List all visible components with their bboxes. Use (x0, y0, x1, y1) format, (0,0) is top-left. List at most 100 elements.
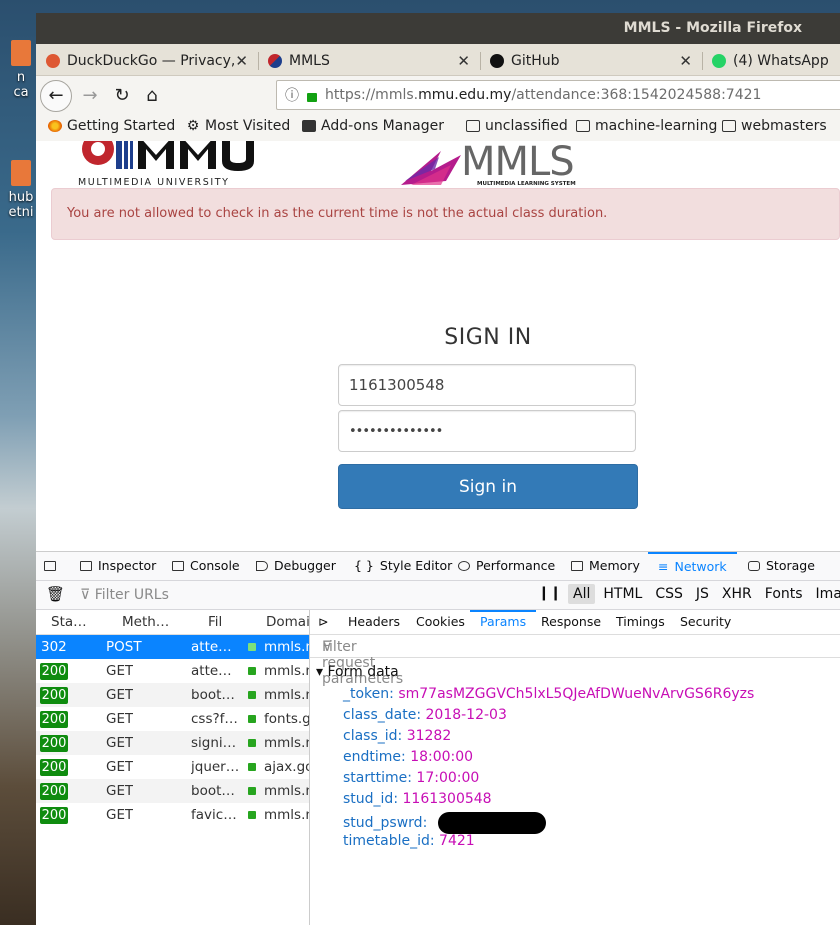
param-key: class_date: (343, 707, 422, 723)
column-file[interactable]: Fil (208, 614, 222, 630)
table-row[interactable]: 200 GET signi… mmls.m (36, 731, 309, 755)
tab-label: Performance (476, 558, 556, 573)
tab-whatsapp[interactable]: (4) WhatsApp (712, 47, 840, 75)
column-domain[interactable]: Domai (266, 614, 310, 630)
status-badge: 200 (40, 807, 68, 824)
desktop-file-icon[interactable]: hub etni (4, 160, 38, 220)
tab-github[interactable]: GitHub ✕ (490, 47, 700, 75)
tab-storage[interactable]: Storage (748, 552, 815, 579)
trash-icon[interactable]: 🗑 (46, 585, 65, 603)
filter-css[interactable]: CSS (650, 584, 688, 604)
network-icon: ≡ (658, 559, 669, 574)
bookmark-addons-manager[interactable]: Add-ons Manager (302, 118, 444, 134)
url-path: /attendance:368:1542024588:7421 (511, 87, 762, 103)
request-domain: mmls.m (264, 807, 309, 823)
reload-button[interactable]: ↻ (110, 84, 134, 108)
param-row[interactable]: class_id: 31282 (343, 728, 451, 744)
param-row[interactable]: stud_id: 1161300548 (343, 791, 492, 807)
param-row[interactable]: timetable_id: 7421 (343, 833, 475, 849)
param-value: 18:00:00 (410, 749, 474, 765)
info-icon[interactable]: ⓘ (285, 85, 301, 105)
param-row[interactable]: starttime: 17:00:00 (343, 770, 479, 786)
request-file: atte… (191, 639, 232, 655)
bookmark-label: Most Visited (205, 118, 291, 134)
table-row[interactable]: 200 GET boot… mmls.m (36, 683, 309, 707)
param-row[interactable]: class_date: 2018-12-03 (343, 707, 507, 723)
request-domain: ajax.go (264, 759, 309, 775)
home-button[interactable]: ⌂ (140, 84, 164, 108)
param-row[interactable]: _token: sm77asMZGGVCh5lxL5QJeAfDWueNvArv… (343, 686, 754, 702)
tab-style-editor[interactable]: { } Style Editor (354, 552, 452, 579)
tab-memory[interactable]: Memory (571, 552, 640, 579)
puzzle-icon (302, 120, 316, 132)
tab-divider (702, 52, 703, 70)
tab-params[interactable]: Params (470, 610, 537, 629)
tab-console[interactable]: Console (172, 552, 240, 579)
devtools-panel: Inspector Console Debugger { } Style Edit… (36, 551, 840, 925)
form-data-section[interactable]: ▾ Form data (316, 664, 399, 680)
request-file: jquer… (191, 759, 240, 775)
tab-timings[interactable]: Timings (616, 614, 665, 629)
bookmark-folder-unclassified[interactable]: unclassified (466, 118, 568, 134)
pause-icon[interactable]: ❙❙ (538, 585, 561, 601)
bookmark-most-visited[interactable]: ⚙ Most Visited (186, 118, 291, 134)
tab-network[interactable]: ≡ Network (648, 552, 737, 579)
url-bar[interactable]: ⓘ https://mmls. mmu.edu.my /attendance:3… (276, 80, 840, 110)
back-button[interactable]: ← (40, 80, 72, 112)
student-id-input[interactable]: 1161300548 (338, 364, 636, 406)
folder-icon (722, 120, 736, 132)
table-row[interactable]: 200 GET atte… mmls.m (36, 659, 309, 683)
filter-js[interactable]: JS (691, 584, 714, 604)
param-row[interactable]: endtime: 18:00:00 (343, 749, 473, 765)
bookmark-label: Add-ons Manager (321, 118, 444, 134)
table-row[interactable]: 200 GET css?f… fonts.g (36, 707, 309, 731)
forward-button[interactable]: → (78, 84, 102, 108)
signin-button[interactable]: Sign in (338, 464, 638, 509)
bookmark-folder-machine-learning[interactable]: machine-learning (576, 118, 717, 134)
tab-mmls[interactable]: MMLS ✕ (268, 47, 478, 75)
desktop-file-icon[interactable]: n ca (4, 40, 38, 100)
tab-performance[interactable]: Performance (458, 552, 555, 579)
firefox-window: MMLS - Mozilla Firefox DuckDuckGo — Priv… (36, 13, 840, 925)
filter-all[interactable]: All (568, 584, 596, 604)
close-tab-icon[interactable]: ✕ (679, 52, 692, 70)
filter-xhr[interactable]: XHR (717, 584, 757, 604)
element-picker-button[interactable] (44, 552, 62, 579)
network-toolbar: 🗑 ⊽ Filter URLs ❙❙ All HTML CSS JS XHR F… (36, 581, 840, 610)
web-page: MULTIMEDIA UNIVERSITY MMLS MULTIMEDIA LE… (36, 141, 840, 551)
filter-params-input[interactable]: ⊽ Filter request parameters (310, 635, 840, 687)
tab-debugger[interactable]: Debugger (256, 552, 336, 579)
tab-cookies[interactable]: Cookies (416, 614, 465, 629)
memory-icon (571, 560, 583, 571)
tab-response[interactable]: Response (541, 614, 601, 629)
filter-fonts[interactable]: Fonts (760, 584, 808, 604)
sidebar-toggle-icon[interactable]: ⊳ (318, 614, 328, 629)
title-bar[interactable]: MMLS - Mozilla Firefox (36, 13, 840, 44)
tab-duckduckgo[interactable]: DuckDuckGo — Privacy, ✕ (46, 47, 256, 75)
filter-images[interactable]: Ima (811, 584, 840, 604)
column-status[interactable]: Sta… (51, 614, 87, 630)
tab-label: DuckDuckGo — Privacy, (67, 53, 236, 69)
tab-headers[interactable]: Headers (348, 614, 400, 629)
tab-inspector[interactable]: Inspector (80, 552, 156, 579)
close-tab-icon[interactable]: ✕ (235, 52, 248, 70)
tab-security[interactable]: Security (680, 614, 731, 629)
close-tab-icon[interactable]: ✕ (457, 52, 470, 70)
request-file: atte… (191, 663, 232, 679)
filter-html[interactable]: HTML (598, 584, 647, 604)
bookmark-label: Getting Started (67, 118, 176, 134)
bookmark-folder-webmasters[interactable]: webmasters (722, 118, 827, 134)
table-row[interactable]: 200 GET favic… mmls.m (36, 803, 309, 827)
password-input[interactable]: •••••••••••••• (338, 410, 636, 452)
table-row[interactable]: 200 GET jquer… ajax.go (36, 755, 309, 779)
filter-urls-input[interactable]: ⊽ Filter URLs (80, 587, 169, 603)
devtools-tab-bar: Inspector Console Debugger { } Style Edit… (36, 552, 840, 581)
firefox-icon (48, 120, 62, 132)
column-method[interactable]: Meth… (122, 614, 169, 630)
param-row[interactable]: stud_pswrd: (343, 812, 546, 834)
table-row[interactable]: 302 POST atte… mmls.m (36, 635, 309, 659)
bookmark-getting-started[interactable]: Getting Started (48, 118, 175, 134)
bookmark-label: machine-learning (595, 118, 718, 134)
table-row[interactable]: 200 GET boot… mmls.m (36, 779, 309, 803)
tab-divider (258, 52, 259, 70)
